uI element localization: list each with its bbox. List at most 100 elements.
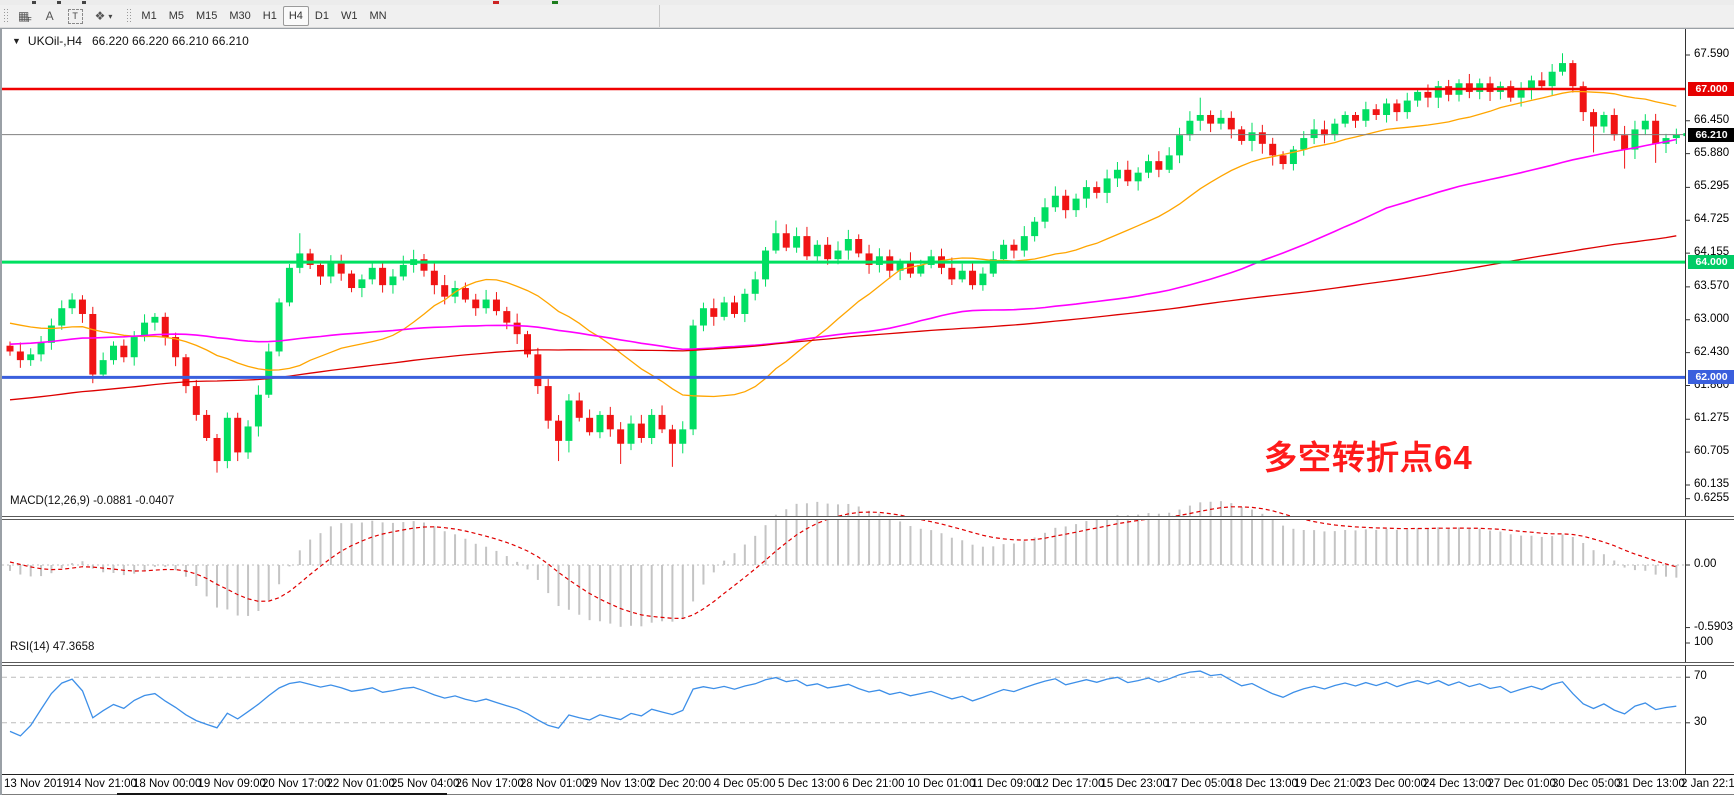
text-label-tool-button[interactable]: T — [62, 6, 89, 26]
candle-body — [1031, 222, 1038, 236]
time-tick-label: 2 Jan 22:15 — [1681, 778, 1734, 790]
timeframe-button-mn[interactable]: MN — [363, 6, 392, 26]
candle-body — [131, 337, 138, 357]
candle-body — [576, 401, 583, 418]
chart-canvas[interactable] — [2, 29, 1734, 795]
candle-body — [534, 354, 541, 386]
candle-body — [1280, 155, 1287, 164]
chart-annotation-text[interactable]: 多空转折点64 — [1264, 431, 1473, 479]
candle-body — [772, 233, 779, 250]
candle-body — [110, 346, 117, 360]
candle-body — [814, 245, 821, 257]
candle-body — [400, 265, 407, 277]
candle-body — [700, 308, 707, 325]
time-tick-label: 29 Nov 13:00 — [585, 778, 653, 790]
candle-body — [1373, 109, 1380, 115]
candle-body — [731, 302, 738, 314]
candle-body — [783, 233, 790, 247]
candle-body — [441, 285, 448, 297]
candle-body — [1114, 170, 1121, 179]
candle-body — [1559, 63, 1566, 72]
candle-body — [1518, 89, 1525, 98]
pane-separator-macd[interactable] — [2, 516, 1734, 520]
objects-tool-caret-icon[interactable]: ▾ — [108, 12, 112, 21]
time-tick-label: 23 Dec 00:00 — [1359, 778, 1427, 790]
timeframe-button-d1[interactable]: D1 — [309, 6, 335, 26]
candle-body — [1311, 129, 1318, 138]
price-badge-64.000: 64.000 — [1688, 255, 1734, 269]
candle-body — [762, 251, 769, 280]
candle-body — [1062, 196, 1069, 210]
candle-body — [1042, 207, 1049, 221]
candle-body — [514, 323, 521, 335]
candle-body — [17, 351, 24, 360]
time-tick-label: 4 Dec 05:00 — [714, 778, 776, 790]
moving-average-21 — [10, 92, 1676, 397]
candle-body — [1135, 173, 1142, 182]
timeframe-button-h1[interactable]: H1 — [257, 6, 283, 26]
timeframe-button-m5[interactable]: M5 — [163, 6, 190, 26]
candle-body — [1217, 118, 1224, 124]
timeframe-button-h4[interactable]: H4 — [283, 6, 309, 26]
candle-body — [1155, 161, 1162, 170]
text-label-tool-icon: T — [68, 9, 83, 24]
candle-body — [969, 271, 976, 285]
macd-tick-label: 0.00 — [1694, 558, 1716, 570]
candle-body — [979, 274, 986, 286]
candle-body — [472, 300, 479, 309]
time-tick-label: 15 Dec 23:00 — [1101, 778, 1169, 790]
candle-body — [224, 418, 231, 461]
candle-body — [1549, 72, 1556, 86]
moving-average-68 — [10, 140, 1676, 350]
timeframe-button-m15[interactable]: M15 — [190, 6, 223, 26]
candle-body — [648, 415, 655, 438]
candle-body — [1104, 178, 1111, 192]
cursor-tool-button[interactable]: A — [38, 6, 62, 26]
candle-body — [1445, 86, 1452, 95]
time-tick-label: 14 Nov 21:00 — [69, 778, 137, 790]
candle-body — [79, 300, 86, 314]
candle-body — [1476, 83, 1483, 92]
timeframe-button-m1[interactable]: M1 — [135, 6, 162, 26]
chart-dropdown-icon[interactable]: ▼ — [12, 36, 21, 46]
rsi-tick-label: 70 — [1694, 670, 1707, 682]
time-tick-label: 30 Dec 05:00 — [1552, 778, 1620, 790]
timeframe-button-m30[interactable]: M30 — [223, 6, 256, 26]
price-tick-label: 63.000 — [1694, 313, 1729, 325]
macd-tick-label: -0.5903 — [1694, 621, 1733, 633]
candle-body — [100, 360, 107, 374]
time-tick-label: 6 Dec 21:00 — [843, 778, 905, 790]
toolbar-drag-handle[interactable] — [3, 8, 9, 24]
chart-grid-tool-button[interactable]: ▦F — [12, 6, 38, 26]
candle-body — [959, 271, 966, 280]
candle-body — [1228, 118, 1235, 130]
candle-body — [1010, 245, 1017, 251]
mt4-window: ▦FAT❖▾ M1M5M15M30H1H4D1W1MN ▼ UKOil-,H4 … — [0, 0, 1734, 795]
moving-average-144 — [10, 236, 1676, 400]
time-tick-label: 18 Nov 00:00 — [133, 778, 201, 790]
candle-body — [1424, 92, 1431, 98]
time-axis[interactable]: 13 Nov 201914 Nov 21:0018 Nov 00:0019 No… — [2, 774, 1734, 794]
candle-body — [89, 314, 96, 375]
candle-body — [824, 245, 831, 259]
timeframe-button-w1[interactable]: W1 — [335, 6, 364, 26]
candle-body — [1124, 170, 1131, 182]
candle-body — [586, 418, 593, 432]
candle-body — [1176, 135, 1183, 155]
time-tick-label: 28 Nov 01:00 — [520, 778, 588, 790]
candle-body — [1300, 138, 1307, 150]
candle-body — [1269, 144, 1276, 156]
time-tick-label: 2 Dec 20:00 — [649, 778, 711, 790]
candle-body — [369, 268, 376, 280]
candle-body — [1259, 132, 1266, 144]
candle-body — [1393, 103, 1400, 112]
objects-tool-button[interactable]: ❖▾ — [89, 6, 119, 26]
candle-body — [1249, 132, 1256, 141]
candle-body — [245, 426, 252, 452]
timeframe-toolbar-drag-handle[interactable] — [126, 8, 132, 24]
pane-separator-rsi[interactable] — [2, 662, 1734, 666]
time-tick-label: 31 Dec 13:00 — [1617, 778, 1685, 790]
candle-body — [1145, 161, 1152, 173]
time-tick-label: 24 Dec 13:00 — [1423, 778, 1491, 790]
main-toolbar: ▦FAT ❖▾ M1M5M15M30H1H4D1W1MN — [0, 5, 1734, 28]
